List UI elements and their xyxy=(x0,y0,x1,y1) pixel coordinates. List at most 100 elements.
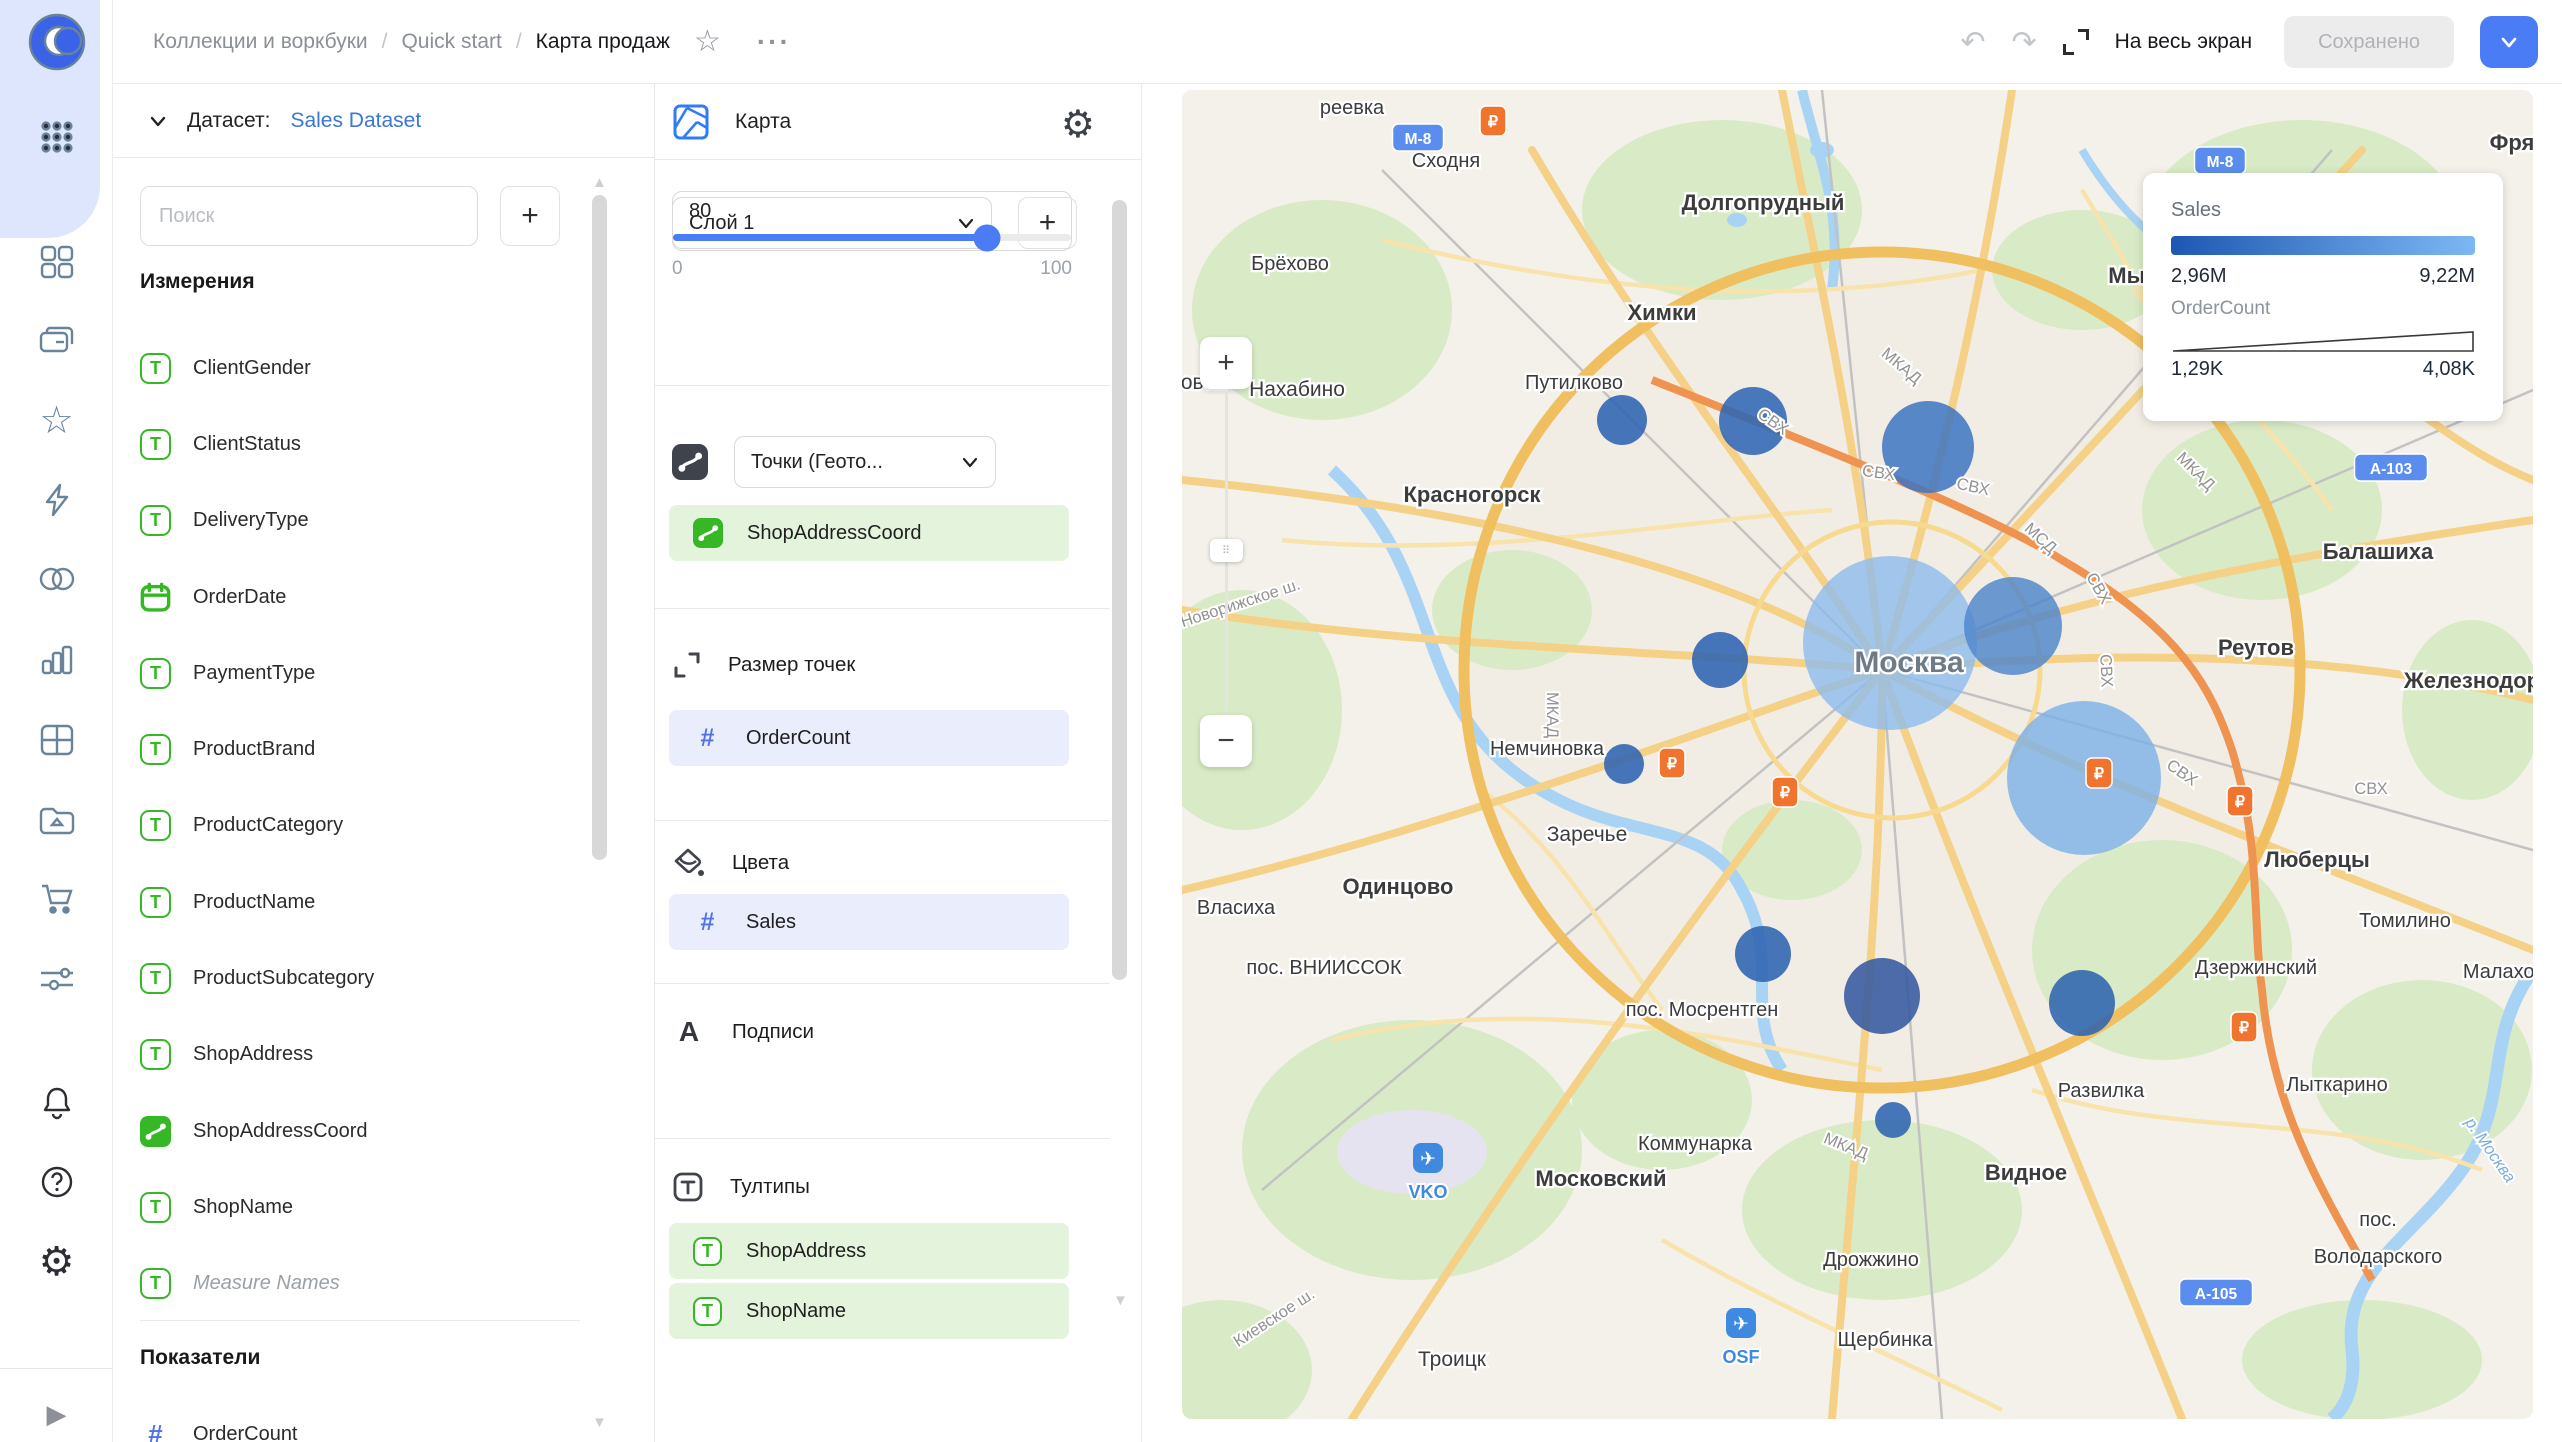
map-bubble[interactable] xyxy=(1604,744,1644,784)
sidebar-divider xyxy=(0,1368,113,1369)
map-bubble[interactable] xyxy=(1964,577,2062,675)
dimension-item[interactable]: TProductCategory xyxy=(140,788,580,864)
apps-grid-icon[interactable] xyxy=(0,105,113,169)
fullscreen-icon[interactable] xyxy=(2063,29,2089,55)
map-town-label: Малахов xyxy=(2463,961,2533,983)
opacity-slider-knob[interactable] xyxy=(974,224,1001,251)
road-shield-label: М-8 xyxy=(1405,131,1432,148)
notifications-bell-icon[interactable] xyxy=(0,1071,113,1135)
settings-scrollbar[interactable] xyxy=(1112,200,1127,980)
field-label: PaymentType xyxy=(193,662,315,685)
sidebar-item-services[interactable] xyxy=(0,947,113,1011)
point-size-icon xyxy=(672,650,702,680)
tooltip-field-chip[interactable]: TShopName xyxy=(669,1283,1069,1339)
text-field-icon: T xyxy=(140,1192,171,1223)
dimension-item[interactable]: TShopAddress xyxy=(140,1017,580,1093)
dimension-item[interactable]: TProductName xyxy=(140,864,580,940)
scroll-down-icon[interactable]: ▼ xyxy=(1113,1292,1128,1309)
saved-button[interactable]: Сохранено xyxy=(2284,16,2454,68)
help-icon[interactable] xyxy=(0,1150,113,1214)
dataset-label: Датасет: xyxy=(187,109,270,133)
map-town-label: Люберцы xyxy=(2264,847,2370,872)
map-bubble[interactable] xyxy=(1692,632,1748,688)
map-town-label: Московский xyxy=(1535,1166,1666,1191)
points-field-chip[interactable]: ShopAddressCoord xyxy=(669,505,1069,561)
tooltips-icon xyxy=(672,1171,704,1203)
collapse-panel-icon[interactable]: ▶ xyxy=(0,1382,113,1442)
favorite-star-icon[interactable]: ☆ xyxy=(694,24,721,59)
settings-gear-icon[interactable]: ⚙ xyxy=(0,1230,113,1294)
breadcrumb-workbook[interactable]: Quick start xyxy=(401,30,501,54)
dimensions-title: Измерения xyxy=(140,270,255,294)
size-field-chip[interactable]: # OrderCount xyxy=(669,710,1069,766)
scroll-down-icon[interactable]: ▼ xyxy=(592,1414,607,1431)
map-bubble[interactable] xyxy=(2007,701,2161,855)
redo-icon[interactable]: ↷ xyxy=(2012,25,2037,60)
chart-settings-gear-icon[interactable]: ⚙ xyxy=(1061,102,1095,147)
dataset-name-link[interactable]: Sales Dataset xyxy=(290,109,421,133)
add-field-button[interactable]: + xyxy=(500,186,560,246)
colors-field-chip[interactable]: # Sales xyxy=(669,894,1069,950)
dimension-item[interactable]: TPaymentType xyxy=(140,635,580,711)
save-dropdown-button[interactable] xyxy=(2480,16,2538,68)
scroll-up-icon[interactable]: ▲ xyxy=(592,174,607,191)
sidebar-item-dashboards[interactable] xyxy=(0,230,113,294)
map-bubble[interactable] xyxy=(1875,1102,1911,1138)
map-zoom-handle[interactable]: ⠿ xyxy=(1210,539,1243,562)
dimension-item[interactable]: TShopName xyxy=(140,1169,580,1245)
sidebar-item-tables[interactable] xyxy=(0,708,113,772)
dimension-item[interactable]: TDeliveryType xyxy=(140,483,580,559)
map-zoom-out-button[interactable]: − xyxy=(1200,715,1252,767)
breadcrumb-collections[interactable]: Коллекции и воркбуки xyxy=(153,30,368,54)
dimension-item[interactable]: ShopAddressCoord xyxy=(140,1093,580,1169)
sidebar-item-marketplace[interactable] xyxy=(0,867,113,931)
map-bubble[interactable] xyxy=(1735,926,1791,982)
section-divider xyxy=(655,1138,1110,1139)
map-canvas[interactable]: МКАДМКАДМКАДМКАДСВХСВХСВХМСДСВХСВХСВХСВХ… xyxy=(1182,90,2533,1419)
sidebar-item-charts[interactable] xyxy=(0,628,113,692)
dimension-item[interactable]: TClientStatus xyxy=(140,406,580,482)
measure-item[interactable]: #OrderCount xyxy=(140,1396,580,1442)
dimension-item[interactable]: TProductBrand xyxy=(140,711,580,787)
dimension-item[interactable]: TMeasure Names xyxy=(140,1246,580,1322)
tooltip-field-label: ShopName xyxy=(746,1300,846,1323)
sidebar-item-files[interactable] xyxy=(0,788,113,852)
sidebar-item-collections[interactable] xyxy=(0,309,113,373)
tooltip-field-chip[interactable]: TShopAddress xyxy=(669,1223,1069,1279)
dataset-scrollbar[interactable] xyxy=(592,195,607,860)
map-bubble[interactable] xyxy=(1844,958,1920,1034)
field-label: ProductName xyxy=(193,891,315,914)
dataset-collapse-icon[interactable] xyxy=(149,112,167,130)
layer-opacity-slider[interactable] xyxy=(673,234,1071,241)
legend-color-title: Sales xyxy=(2171,199,2475,222)
field-search-input[interactable] xyxy=(140,186,478,246)
more-actions-icon[interactable]: ··· xyxy=(757,26,791,58)
map-bubble[interactable] xyxy=(2049,970,2115,1036)
map-town-label: Томилино xyxy=(2359,910,2451,932)
undo-icon[interactable]: ↶ xyxy=(1960,25,1985,60)
opacity-value[interactable]: 80 xyxy=(689,200,711,222)
geometry-type-value: Точки (Геото... xyxy=(751,451,883,474)
datalens-logo[interactable] xyxy=(0,10,113,74)
text-field-icon: T xyxy=(140,505,171,536)
legend-color-gradient xyxy=(2171,236,2475,255)
map-road-label: МКАД xyxy=(1543,692,1561,738)
map-bubble[interactable] xyxy=(1597,395,1647,445)
map-town-label: Коммунарка xyxy=(1638,1133,1753,1155)
geometry-type-select[interactable]: Точки (Геото... xyxy=(734,436,996,488)
colors-field-label: Sales xyxy=(746,911,796,934)
sidebar-item-editor[interactable] xyxy=(0,468,113,532)
field-label: ClientStatus xyxy=(193,433,301,456)
dimension-item[interactable]: TProductSubcategory xyxy=(140,940,580,1016)
sidebar-item-datasets[interactable] xyxy=(0,547,113,611)
sidebar-item-favorites[interactable]: ☆ xyxy=(0,388,113,452)
fullscreen-label[interactable]: На весь экран xyxy=(2115,30,2252,54)
dimension-item[interactable]: TClientGender xyxy=(140,330,580,406)
map-town-label: реевка xyxy=(1320,97,1385,119)
dimension-item[interactable]: OrderDate xyxy=(140,559,580,635)
map-bubble[interactable] xyxy=(1803,556,1977,730)
map-zoom-in-button[interactable]: + xyxy=(1200,337,1252,389)
field-label: ProductBrand xyxy=(193,738,315,761)
text-field-icon: T xyxy=(693,1237,722,1266)
legend-size-wedge xyxy=(2171,328,2475,354)
